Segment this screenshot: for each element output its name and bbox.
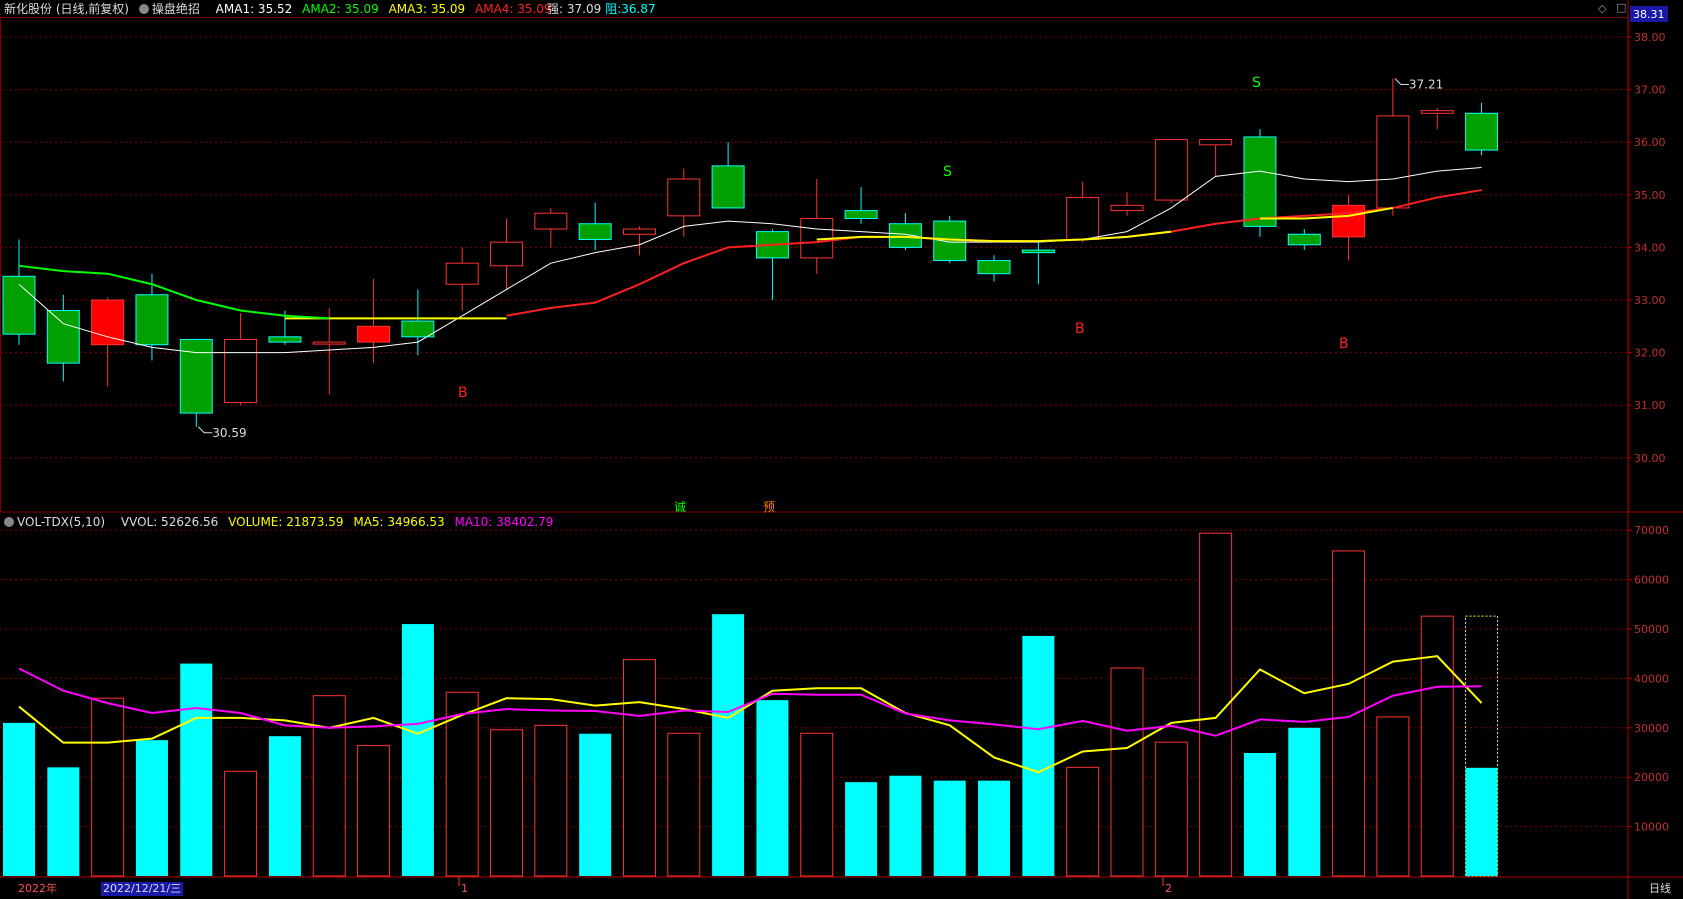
candle-body-down [888,223,922,248]
candle-body-up [1110,204,1144,212]
signal-b-label: B [1339,336,1349,352]
price-tick-label: 36.00 [1634,136,1666,149]
volume-bar-down [268,736,301,876]
candle-body-down [977,260,1011,275]
candle-body-down [844,210,878,219]
volume-tick-label: 10000 [1634,821,1669,834]
candle-body-down [1287,233,1321,246]
candle-body-down [711,165,745,209]
signal-s-label: S [943,164,952,180]
price-tick-label: 30.00 [1634,452,1666,465]
volume-bar-up [91,697,125,877]
volume-bar-down [756,700,789,876]
volume-bar-up [1066,766,1100,877]
candle-body-up [445,262,479,285]
volume-bar-down [3,722,35,876]
candle-body-down [179,338,213,414]
low-price-label: 30.59 [212,426,246,440]
price-tick-label: 37.00 [1634,84,1666,97]
signal-s-label: S [1252,75,1261,91]
candle-body-up [1199,139,1233,146]
selected-date-box: 2022/12/21/三 [101,882,184,896]
candle-body-down [46,310,80,364]
event-marker-label: 诚 [674,500,686,514]
volume-bar-down [180,663,213,876]
volume-bar-up [490,729,524,877]
chart-canvas[interactable]: 38.00 37.00 36.00 35.00 34.00 33.00 32.00 31.00… [0,0,1683,899]
candle-body-down [1465,112,1499,151]
candle-body-up [312,341,346,345]
volume-tick-label: 60000 [1634,574,1669,587]
volume-bar-down [401,624,434,876]
month-label: 1 [461,882,468,895]
high-pointer [1394,78,1409,86]
volume-bar-down [1022,635,1055,876]
candle-body-up [1420,110,1454,114]
candle-body-up [1376,115,1410,209]
candle-body-up [91,299,125,346]
price-tick-label: 38.00 [1634,31,1666,44]
volume-bar-down [1288,727,1321,876]
volume-bar-up [800,732,834,877]
volume-bar-up [1420,615,1454,877]
volume-bar-up [357,745,391,877]
volume-bar-down [1243,752,1276,876]
price-tick-label: 33.00 [1634,294,1666,307]
volume-bar-up [667,732,701,877]
low-pointer [197,426,213,434]
volume-bar-up [312,695,346,877]
volume-bar-up [1332,550,1366,877]
volume-bar-down [933,780,966,876]
period-label[interactable]: 日线 [1649,882,1671,896]
candle-body-up [534,212,568,230]
volume-bar-down [1465,767,1498,876]
candle-body-down [401,320,435,338]
candle-body-up [667,178,701,217]
volume-bar-down [889,775,922,876]
signal-b-label: B [1075,321,1085,337]
volume-bar-down [978,780,1011,876]
volume-bar-up [534,724,568,877]
volume-tick-label: 40000 [1634,672,1669,685]
price-tick-label: 34.00 [1634,241,1666,254]
candle-body-up [1154,139,1188,201]
volume-bar-down [845,782,878,876]
candle-body-down [578,223,612,241]
candle-body-down [1243,136,1277,227]
volume-bar-down [712,614,745,876]
candle-body-up [357,325,391,343]
price-tick-label: 32.00 [1634,347,1666,360]
candle-body-down [1021,249,1055,254]
price-tick-label: 35.00 [1634,189,1666,202]
volume-tick-label: 70000 [1634,524,1669,537]
volume-bar-up [1110,667,1144,877]
candle-body-down [2,275,36,335]
candle-body-up [1066,196,1100,241]
year-label: 2022年 [18,882,57,895]
stock-chart-window: 新化股份 (日线,前复权) 操盘绝招 AMA1: 35.52 AMA2: 35.… [0,0,1683,899]
candle-body-up [1332,204,1366,238]
candle-body-down [135,294,169,346]
volume-tick-label: 50000 [1634,623,1669,636]
candle-body-up [490,241,524,267]
volume-tick-label: 30000 [1634,722,1669,735]
current-price-label: 38.31 [1633,8,1665,21]
candle-body-down [268,336,302,343]
signal-b-label: B [458,385,468,401]
candle-body-up [622,228,656,235]
volume-bar-up [622,659,656,877]
high-price-label: 37.21 [1409,78,1443,92]
volume-bar-down [135,740,168,876]
price-tick-label: 31.00 [1634,399,1666,412]
volume-bar-down [47,767,80,876]
volume-bar-down [579,733,612,876]
candle-body-up [224,338,258,404]
month-label: 2 [1165,882,1172,895]
volume-tick-label: 20000 [1634,771,1669,784]
volume-bar-up [1376,716,1410,877]
volume-bar-up [1154,741,1188,877]
volume-bar-up [224,770,258,877]
event-marker-label: 预 [763,500,775,514]
